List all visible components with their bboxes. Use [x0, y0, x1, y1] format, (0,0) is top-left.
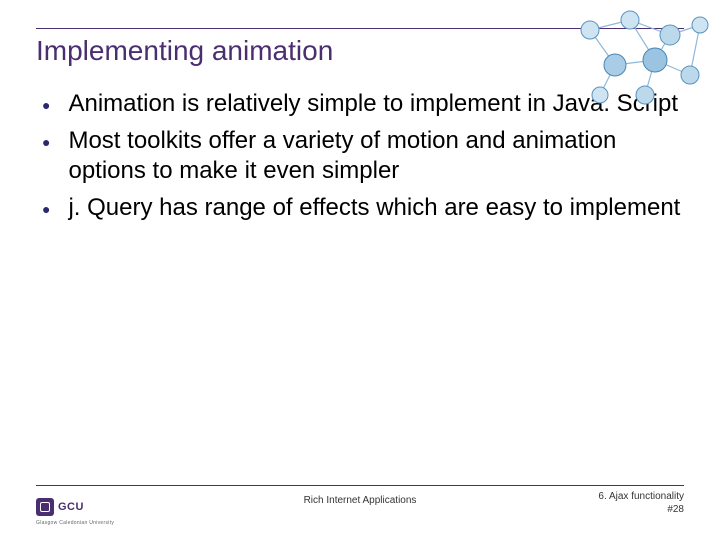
slide: Implementing animation ● Animation is re…: [0, 0, 720, 540]
footer-rule: [36, 485, 684, 486]
bullet-icon: ●: [42, 134, 50, 150]
logo-subtext: Glasgow Caledonian University: [36, 520, 114, 526]
bullet-text: Animation is relatively simple to implem…: [68, 89, 678, 120]
title-rule: [36, 28, 684, 29]
bullet-text: j. Query has range of effects which are …: [68, 193, 680, 224]
bullet-list: ● Animation is relatively simple to impl…: [36, 89, 684, 224]
footer-topic: 6. Ajax functionality: [598, 490, 684, 503]
slide-title: Implementing animation: [36, 35, 684, 67]
list-item: ● j. Query has range of effects which ar…: [42, 193, 684, 224]
bullet-icon: ●: [42, 201, 50, 217]
bullet-icon: ●: [42, 97, 50, 113]
footer-page: #28: [598, 503, 684, 516]
list-item: ● Animation is relatively simple to impl…: [42, 89, 684, 120]
list-item: ● Most toolkits offer a variety of motio…: [42, 126, 684, 187]
bullet-text: Most toolkits offer a variety of motion …: [68, 126, 684, 187]
footer-right: 6. Ajax functionality #28: [598, 490, 684, 516]
